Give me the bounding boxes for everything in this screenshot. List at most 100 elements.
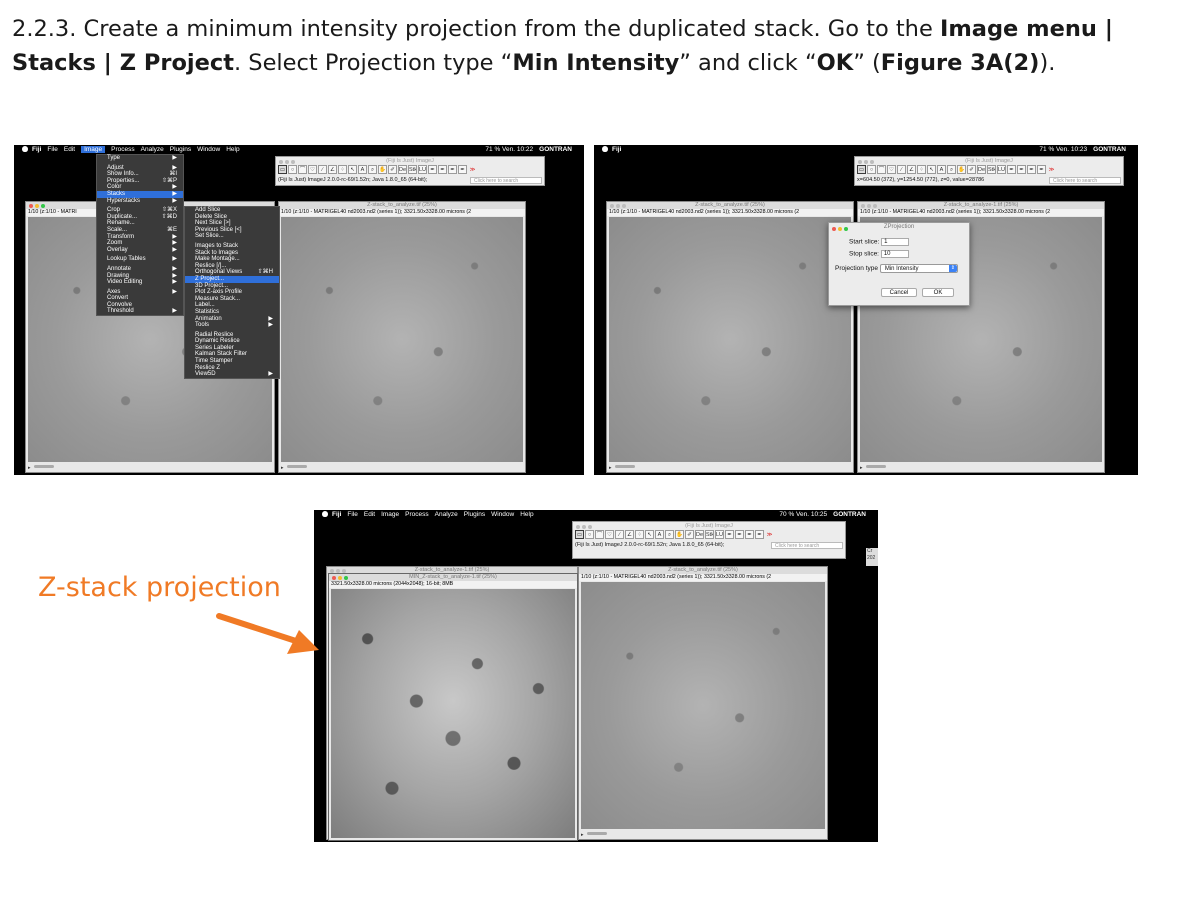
menu-item-video-editing[interactable]: Video Editing ▶ xyxy=(97,279,183,286)
menu-item-view5d[interactable]: View5D ▶ xyxy=(185,371,279,378)
menu-item-add-slice[interactable]: Add Slice xyxy=(185,207,279,214)
menu-item-plot-z-axis-profile[interactable]: Plot Z-axis Profile xyxy=(185,289,279,296)
close-icon[interactable] xyxy=(861,203,865,208)
close-icon[interactable] xyxy=(858,160,862,164)
slice-scrollbar[interactable]: ▸ xyxy=(860,465,890,471)
line-tool-icon[interactable]: ∕ xyxy=(615,530,624,539)
menu-item-rename[interactable]: Rename... xyxy=(97,220,183,227)
brush-tool-icon[interactable]: ✒ xyxy=(438,165,447,174)
flood-tool-icon[interactable]: ✒ xyxy=(745,530,754,539)
angle-tool-icon[interactable]: ∠ xyxy=(907,165,916,174)
zoom-icon[interactable] xyxy=(342,568,346,573)
menu-item-radial-reslice[interactable]: Radial Reslice xyxy=(185,332,279,339)
menu-edit[interactable]: Edit xyxy=(64,146,75,153)
point-tool-icon[interactable]: ⁘ xyxy=(917,165,926,174)
pencil-tool-icon[interactable]: ✒ xyxy=(1037,165,1046,174)
menu-analyze[interactable]: Analyze xyxy=(435,511,458,518)
slice-scrollbar[interactable]: ▸ xyxy=(609,465,639,471)
menu-item-images-to-stack[interactable]: Images to Stack xyxy=(185,243,279,250)
close-icon[interactable] xyxy=(832,226,836,231)
image-window-right[interactable]: Z-stack_to_analyze.tif (25%) 1/10 (z:1/1… xyxy=(578,566,828,840)
menu-item-delete-slice[interactable]: Delete Slice xyxy=(185,214,279,221)
stk-tool-icon[interactable]: Stk xyxy=(408,165,417,174)
traffic-lights[interactable] xyxy=(610,203,628,210)
point-tool-icon[interactable]: ⁘ xyxy=(635,530,644,539)
zoom-icon[interactable] xyxy=(41,203,45,208)
brush-tool-icon[interactable]: ✒ xyxy=(735,530,744,539)
menu-item-crop[interactable]: Crop ⇧⌘X xyxy=(97,207,183,214)
app-menu[interactable]: Fiji xyxy=(612,146,621,153)
menu-process[interactable]: Process xyxy=(111,146,134,153)
user-name[interactable]: GONTRAN xyxy=(539,146,572,153)
close-icon[interactable] xyxy=(576,525,580,529)
zoom-icon[interactable] xyxy=(844,226,848,231)
zoom-icon[interactable] xyxy=(873,203,877,208)
point-tool-icon[interactable]: ⁘ xyxy=(338,165,347,174)
menu-item-stack-to-images[interactable]: Stack to Images xyxy=(185,250,279,257)
more-tools-icon[interactable]: ≫ xyxy=(765,530,774,539)
flood-tool-icon[interactable]: ✒ xyxy=(1027,165,1036,174)
menu-item-properties[interactable]: Properties... ⇧⌘P xyxy=(97,178,183,185)
text-tool-icon[interactable]: A xyxy=(937,165,946,174)
menu-item-transform[interactable]: Transform ▶ xyxy=(97,234,183,241)
line-tool-icon[interactable]: ∕ xyxy=(318,165,327,174)
menu-item-time-stamper[interactable]: Time Stamper xyxy=(185,358,279,365)
menu-analyze[interactable]: Analyze xyxy=(141,146,164,153)
menu-item-lookup-tables[interactable]: Lookup Tables ▶ xyxy=(97,256,183,263)
traffic-lights[interactable] xyxy=(858,159,876,167)
magnifier-tool-icon[interactable]: ⌕ xyxy=(368,165,377,174)
pen-tool-icon[interactable]: ✒ xyxy=(428,165,437,174)
menu-plugins[interactable]: Plugins xyxy=(170,146,191,153)
min-projection-canvas[interactable] xyxy=(331,589,575,838)
menu-item-threshold[interactable]: Threshold ▶ xyxy=(97,308,183,315)
slice-scrollbar[interactable]: ▸ xyxy=(28,465,58,471)
magnifier-tool-icon[interactable]: ⌕ xyxy=(665,530,674,539)
wand-tool-icon[interactable]: ↖ xyxy=(645,530,654,539)
dropper-tool-icon[interactable]: ✐ xyxy=(388,165,397,174)
zoom-icon[interactable] xyxy=(870,160,874,164)
menu-item-axes[interactable]: Axes ▶ xyxy=(97,289,183,296)
zoom-icon[interactable] xyxy=(588,525,592,529)
search-input[interactable]: Click here to search xyxy=(470,177,542,184)
stk-tool-icon[interactable]: Stk xyxy=(987,165,996,174)
menu-item-show-info[interactable]: Show Info... ⌘I xyxy=(97,171,183,178)
image-window-right[interactable]: Z-stack_to_analyze.tif (25%) 1/10 (z:1/1… xyxy=(278,201,526,473)
lut-tool-icon[interactable]: LUT xyxy=(418,165,427,174)
menu-item-next-slice[interactable]: Next Slice [>] xyxy=(185,220,279,227)
traffic-lights[interactable] xyxy=(279,159,297,167)
angle-tool-icon[interactable]: ∠ xyxy=(625,530,634,539)
menu-window[interactable]: Window xyxy=(491,511,514,518)
menu-plugins[interactable]: Plugins xyxy=(464,511,485,518)
menu-image[interactable]: Image xyxy=(381,511,399,518)
menu-edit[interactable]: Edit xyxy=(364,511,375,518)
minimize-icon[interactable] xyxy=(285,160,289,164)
menu-item-orthogonal-views[interactable]: Orthogonal Views ⇧⌘H xyxy=(185,269,279,276)
brush-tool-icon[interactable]: ✒ xyxy=(1017,165,1026,174)
menu-item-reslice-z[interactable]: Reslice Z xyxy=(185,365,279,372)
image-window-left[interactable]: Z-stack_to_analyze.tif (25%) 1/10 (z:1/1… xyxy=(606,201,854,473)
search-input[interactable]: Click here to search xyxy=(1049,177,1121,184)
zoom-icon[interactable] xyxy=(291,160,295,164)
close-icon[interactable] xyxy=(279,160,283,164)
apple-icon[interactable] xyxy=(602,146,608,152)
pen-tool-icon[interactable]: ✒ xyxy=(725,530,734,539)
image-canvas[interactable] xyxy=(281,217,523,462)
line-tool-icon[interactable]: ∕ xyxy=(897,165,906,174)
slice-scrollbar[interactable]: ▸ xyxy=(581,832,611,838)
menu-item-color[interactable]: Color ▶ xyxy=(97,184,183,191)
close-icon[interactable] xyxy=(610,203,614,208)
flood-tool-icon[interactable]: ✒ xyxy=(448,165,457,174)
menu-item-convolve[interactable]: Convolve xyxy=(97,302,183,309)
slice-scrollbar[interactable]: ▸ xyxy=(281,465,311,471)
menu-item-make-montage[interactable]: Make Montage... xyxy=(185,256,279,263)
freehand-tool-icon[interactable]: ♡ xyxy=(887,165,896,174)
apple-icon[interactable] xyxy=(22,146,28,152)
image-canvas[interactable] xyxy=(581,582,825,829)
user-name[interactable]: GONTRAN xyxy=(833,511,866,518)
menu-help[interactable]: Help xyxy=(520,511,533,518)
freehand-tool-icon[interactable]: ♡ xyxy=(308,165,317,174)
menu-item-annotate[interactable]: Annotate ▶ xyxy=(97,266,183,273)
lut-tool-icon[interactable]: LUT xyxy=(997,165,1006,174)
close-icon[interactable] xyxy=(330,568,334,573)
dev-tool-icon[interactable]: Dev xyxy=(695,530,704,539)
